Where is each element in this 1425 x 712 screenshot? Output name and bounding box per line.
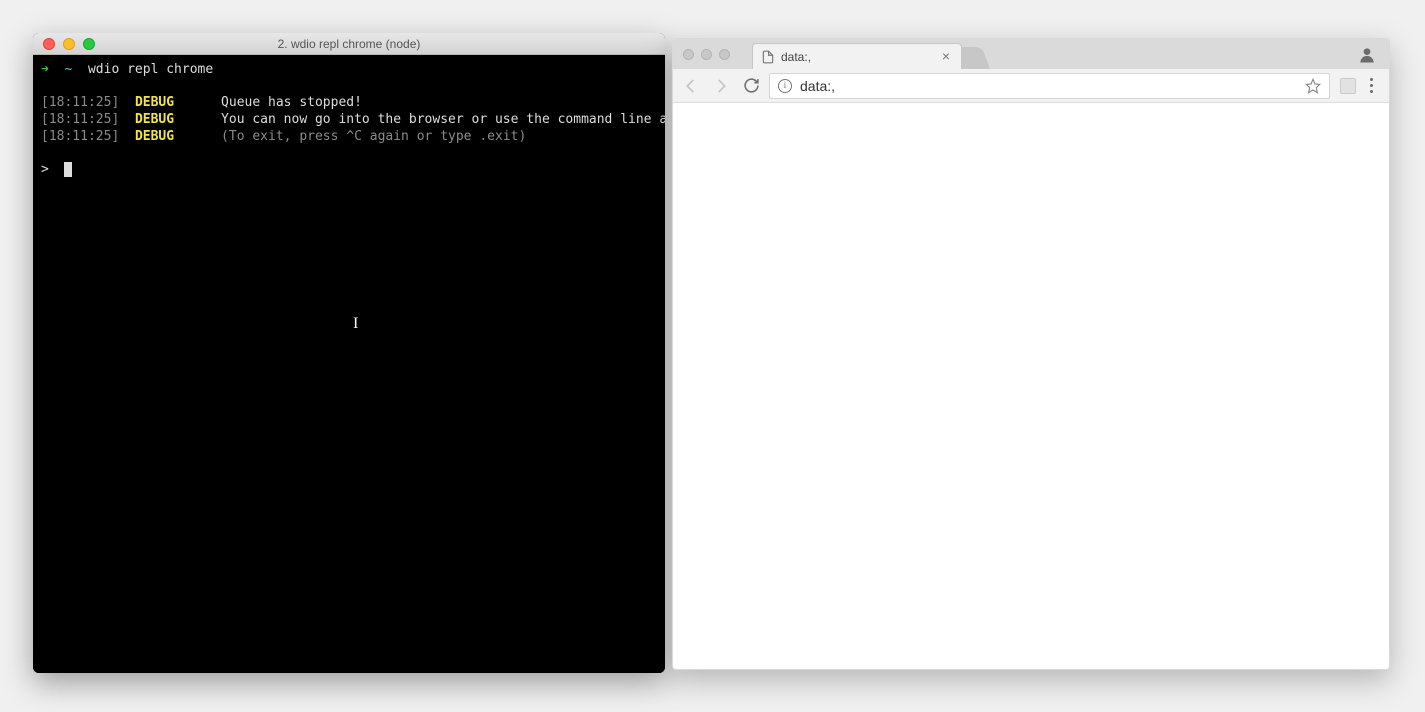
prompt-tilde: ~ bbox=[57, 62, 73, 77]
url-text: data:, bbox=[800, 78, 1297, 94]
dot-icon bbox=[1370, 78, 1373, 81]
log-level: DEBUG bbox=[135, 95, 174, 110]
browser-tab[interactable]: data:, × bbox=[752, 43, 962, 69]
log-timestamp: [18:11:25] bbox=[41, 95, 119, 110]
toolbar-right bbox=[1336, 74, 1383, 97]
chrome-tabstrip: data:, × bbox=[673, 39, 1389, 69]
arrow-left-icon bbox=[682, 77, 700, 95]
terminal-log-lines: [18:11:25] DEBUG Queue has stopped! [18:… bbox=[41, 94, 657, 145]
close-icon[interactable] bbox=[683, 49, 694, 60]
forward-button[interactable] bbox=[709, 74, 733, 98]
log-message: (To exit, press ^C again or type .exit) bbox=[221, 129, 526, 144]
dot-icon bbox=[1370, 84, 1373, 87]
arrow-right-icon bbox=[712, 77, 730, 95]
chrome-window: data:, × i data:, bbox=[672, 38, 1390, 670]
log-line: [18:11:25] DEBUG Queue has stopped! bbox=[41, 94, 657, 111]
terminal-title: 2. wdio repl chrome (node) bbox=[33, 37, 665, 51]
minimize-icon[interactable] bbox=[701, 49, 712, 60]
address-bar[interactable]: i data:, bbox=[769, 73, 1330, 99]
log-line: [18:11:25] DEBUG (To exit, press ^C agai… bbox=[41, 128, 657, 145]
close-icon[interactable] bbox=[43, 38, 55, 50]
profile-avatar-icon[interactable] bbox=[1357, 45, 1377, 65]
terminal-body[interactable]: ➜ ~ wdio repl chrome [18:11:25] DEBUG Qu… bbox=[33, 55, 665, 673]
log-timestamp: [18:11:25] bbox=[41, 112, 119, 127]
browser-viewport[interactable] bbox=[673, 103, 1389, 669]
chrome-menu-button[interactable] bbox=[1364, 74, 1379, 97]
chrome-traffic-lights bbox=[673, 49, 740, 60]
tab-close-icon[interactable]: × bbox=[939, 50, 953, 64]
terminal-traffic-lights bbox=[33, 38, 95, 50]
maximize-icon[interactable] bbox=[83, 38, 95, 50]
chrome-toolbar: i data:, bbox=[673, 69, 1389, 103]
reload-icon bbox=[743, 77, 760, 94]
log-level: DEBUG bbox=[135, 129, 174, 144]
repl-prompt-symbol: > bbox=[41, 162, 49, 177]
cursor-icon bbox=[64, 162, 72, 177]
reload-button[interactable] bbox=[739, 74, 763, 98]
bookmark-star-icon[interactable] bbox=[1305, 78, 1321, 94]
terminal-command-line: ➜ ~ wdio repl chrome bbox=[41, 61, 657, 78]
minimize-icon[interactable] bbox=[63, 38, 75, 50]
log-line: [18:11:25] DEBUG You can now go into the… bbox=[41, 111, 657, 128]
info-icon[interactable]: i bbox=[778, 79, 792, 93]
repl-prompt[interactable]: > bbox=[41, 161, 657, 178]
file-icon bbox=[761, 50, 775, 64]
back-button[interactable] bbox=[679, 74, 703, 98]
text-cursor-icon: I bbox=[353, 315, 358, 332]
log-message: You can now go into the browser or use t… bbox=[221, 112, 665, 127]
tab-title: data:, bbox=[781, 50, 933, 64]
prompt-arrow-icon: ➜ bbox=[41, 62, 49, 77]
maximize-icon[interactable] bbox=[719, 49, 730, 60]
dot-icon bbox=[1370, 90, 1373, 93]
terminal-command-text: wdio repl chrome bbox=[88, 62, 213, 77]
log-timestamp: [18:11:25] bbox=[41, 129, 119, 144]
log-message: Queue has stopped! bbox=[221, 95, 362, 110]
extension-icon[interactable] bbox=[1340, 78, 1356, 94]
terminal-window: 2. wdio repl chrome (node) ➜ ~ wdio repl… bbox=[33, 33, 665, 673]
terminal-titlebar: 2. wdio repl chrome (node) bbox=[33, 33, 665, 55]
log-level: DEBUG bbox=[135, 112, 174, 127]
